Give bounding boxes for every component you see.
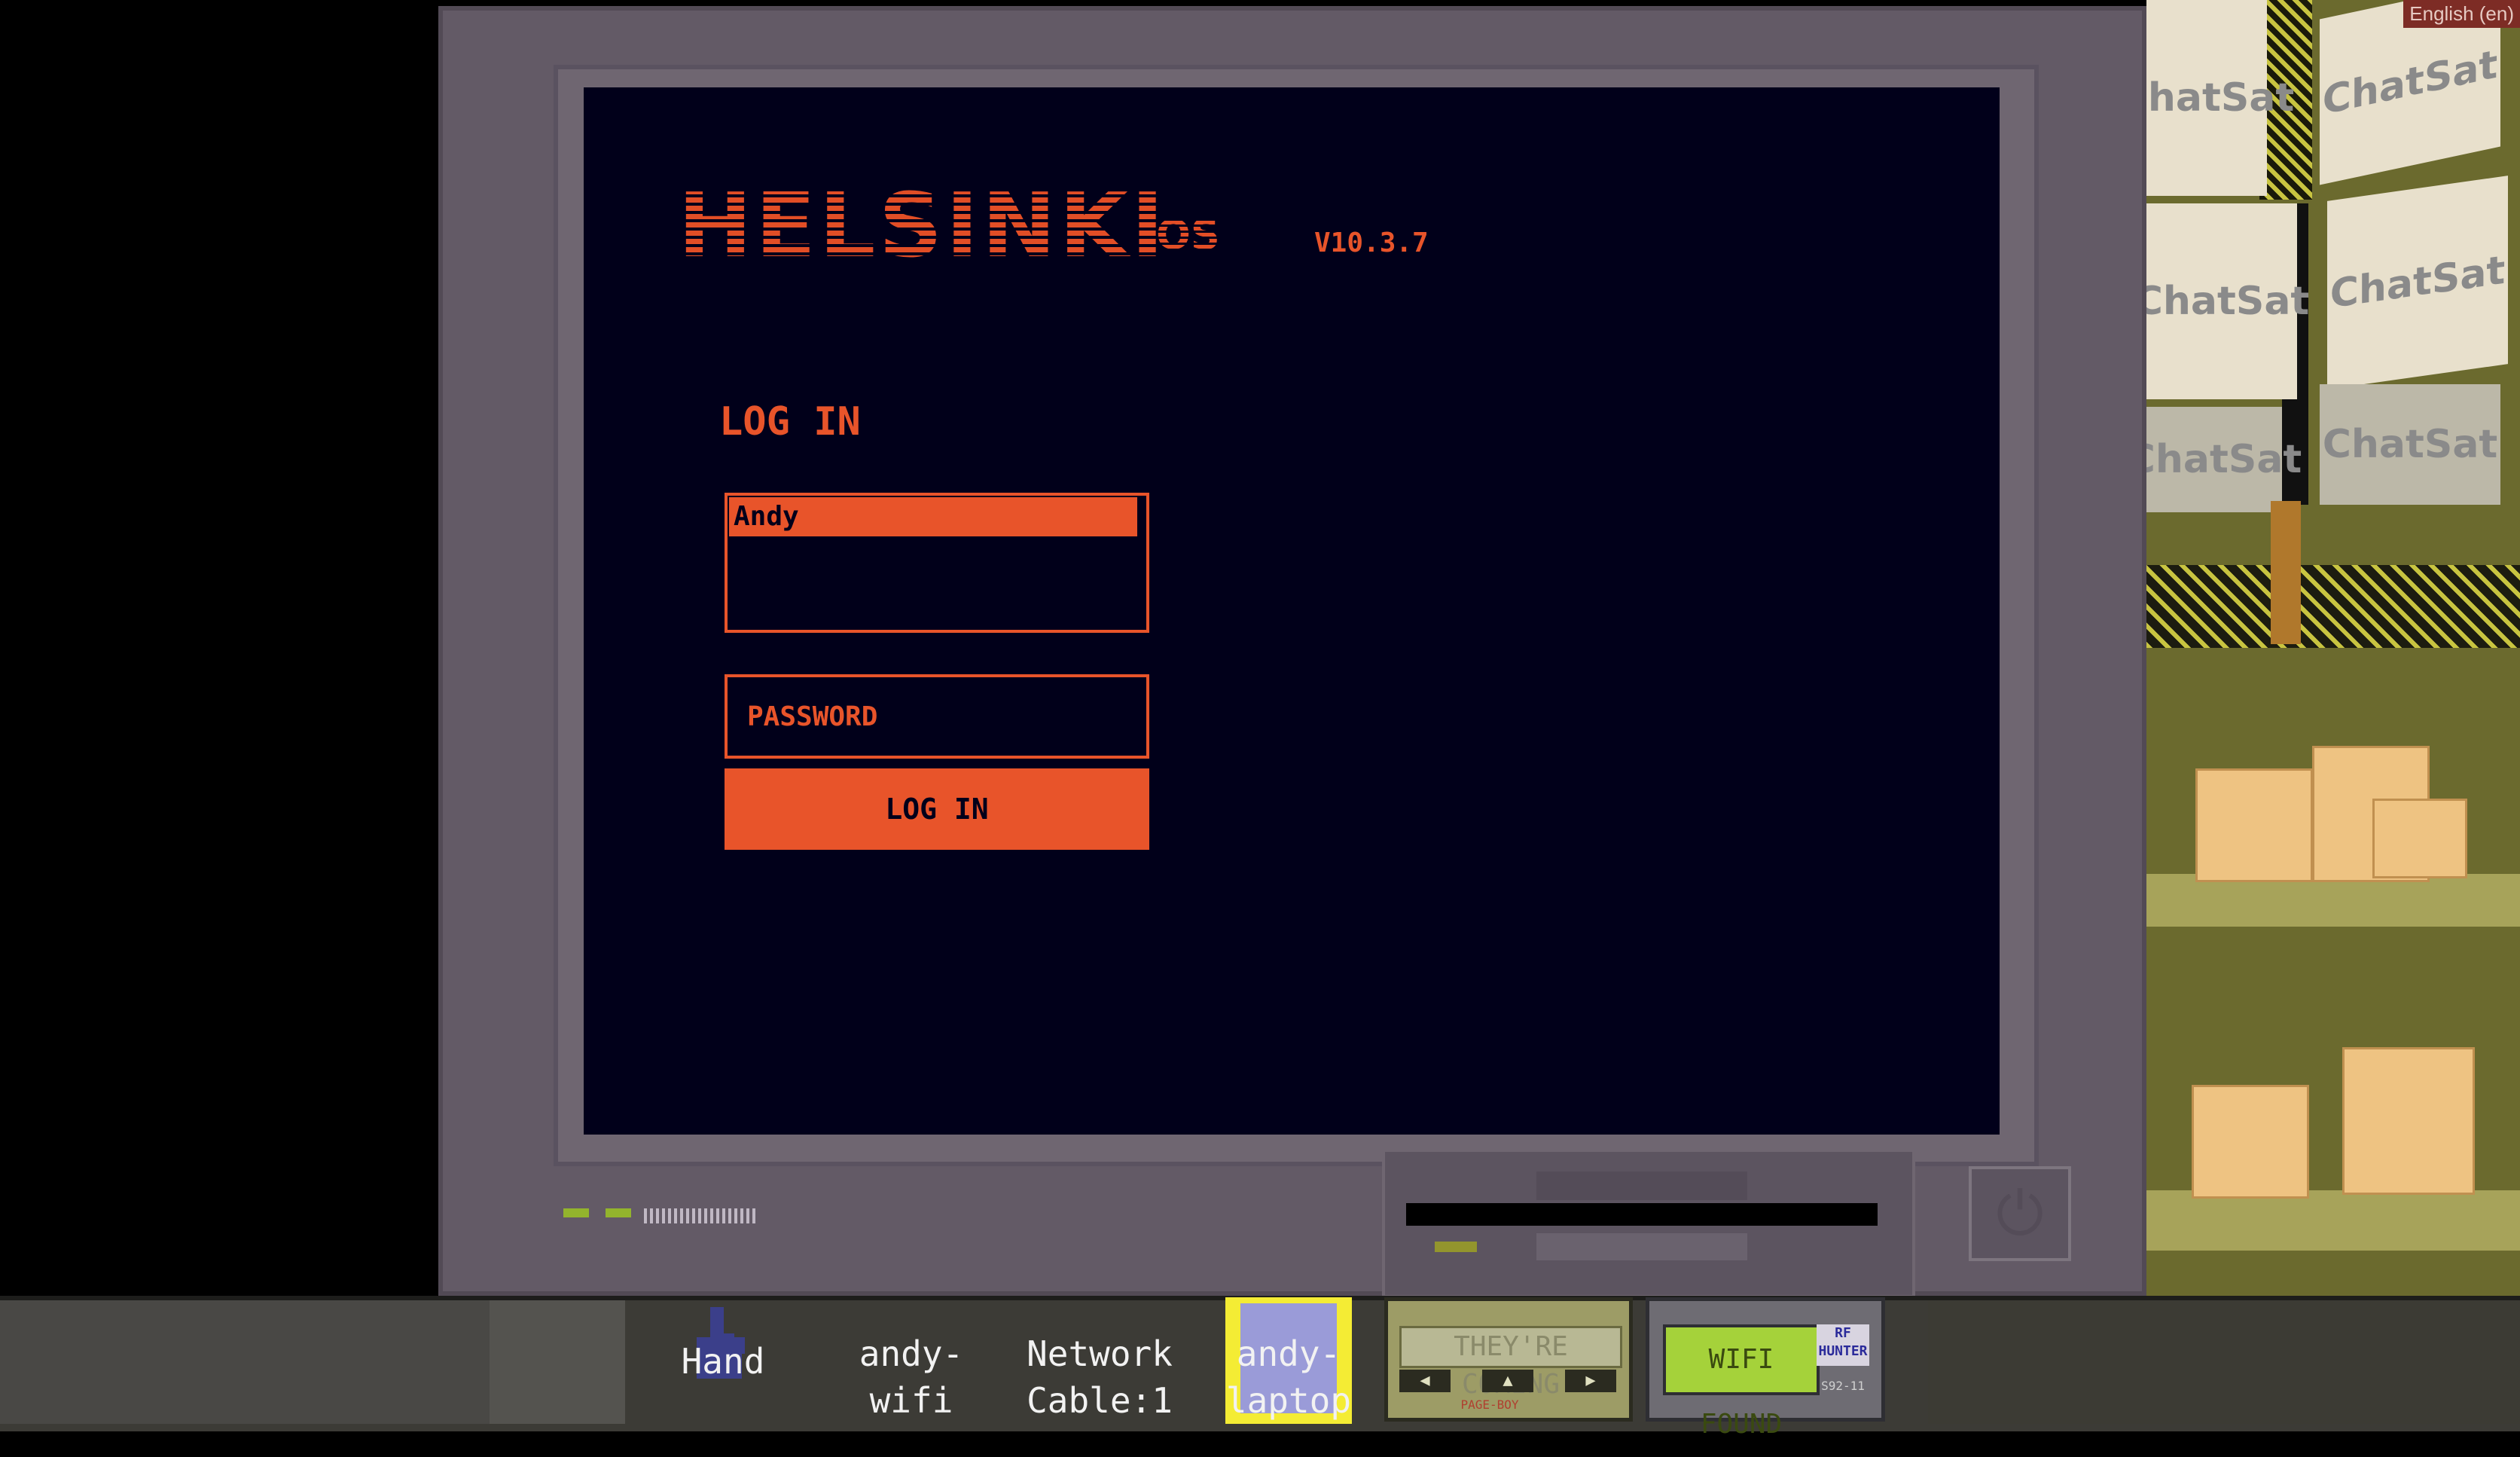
crate (2342, 1047, 2475, 1195)
rf-hunter-screen: WIFI FOUND (1663, 1324, 1820, 1440)
crate (2192, 1085, 2309, 1199)
login-button[interactable]: LOG IN (725, 768, 1149, 850)
fence-post (2271, 501, 2301, 644)
power-button[interactable]: ⏻ (1969, 1166, 2071, 1261)
user-list-item[interactable]: Andy (729, 497, 1142, 536)
power-icon: ⏻ (1996, 1178, 2044, 1248)
os-version: V10.3.7 (1314, 228, 1429, 258)
inventory-item-network-cable[interactable]: Network Cable:1 (1013, 1330, 1186, 1424)
drive-lower-cover (1536, 1233, 1747, 1260)
disk-drive-slot[interactable] (1406, 1203, 1878, 1226)
chatsat-sign: ChatSat (2320, 384, 2500, 505)
shelf (2146, 1190, 2520, 1251)
rf-hunter-logo: RF HUNTER (1817, 1324, 1869, 1366)
fence (2146, 565, 2520, 648)
pager-prev-button[interactable]: ◀ (1399, 1370, 1451, 1392)
scenery-background: ChatSat ChatSat ChatSat ChatSat ChatSat … (2146, 0, 2520, 1296)
crate (2195, 768, 2313, 882)
inventory-item-andy-laptop[interactable]: andy- laptop (1220, 1330, 1357, 1424)
monitor-vents (644, 1208, 757, 1223)
login-title: LOG IN (719, 399, 861, 444)
inventory-scenery (1928, 1300, 2520, 1424)
inventory-panel (490, 1300, 625, 1424)
crate (2372, 799, 2467, 878)
inventory-panel (0, 1300, 490, 1424)
drive-cover (1536, 1171, 1747, 1200)
chatsat-sign: ChatSat (2146, 407, 2302, 512)
chatsat-sign: ChatSat (2146, 0, 2294, 196)
inventory-item-hand[interactable]: Hand (655, 1338, 791, 1385)
language-indicator[interactable]: English (en) (2403, 0, 2520, 28)
pager-screen: THEY'RE COMING (1399, 1326, 1622, 1400)
password-field[interactable] (725, 674, 1149, 759)
chatsat-sign: ChatSat (2327, 176, 2508, 389)
pager-next-button[interactable]: ▶ (1565, 1370, 1616, 1392)
pager-brand: PAGE-BOY (1460, 1397, 1519, 1412)
drive-led (1435, 1242, 1477, 1252)
background-left (0, 0, 438, 1296)
chatsat-sign: ChatSat (2146, 203, 2309, 399)
os-logo: HELSINKI (678, 173, 1167, 277)
pager-up-button[interactable]: ▲ (1482, 1370, 1533, 1392)
inventory-item-andy-wifi[interactable]: andy- wifi (844, 1330, 979, 1424)
rf-hunter-model: S92-11 (1821, 1379, 1865, 1393)
os-logo-suffix: OS (1156, 211, 1220, 258)
power-led (563, 1208, 589, 1217)
activity-led (606, 1208, 631, 1217)
